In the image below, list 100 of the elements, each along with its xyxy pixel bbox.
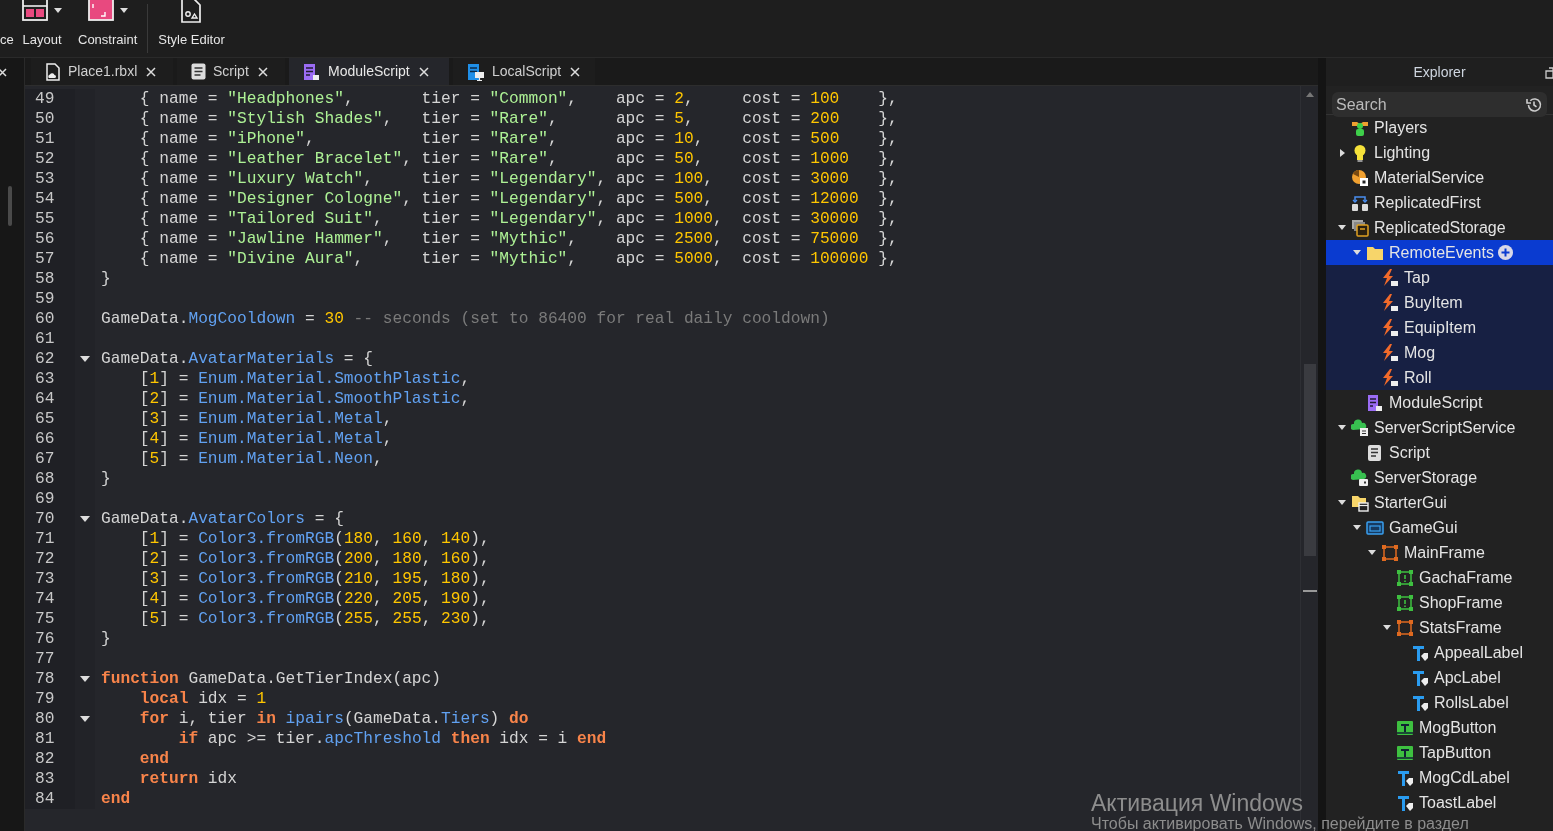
toolbar-label[interactable]: Constraint bbox=[78, 29, 138, 49]
tree-item[interactable]: RemoteEvents bbox=[1326, 240, 1553, 265]
code-line: { name = "Tailored Suit", tier = "Legendary", apc = 1000, cost = 30000 }, bbox=[138, 209, 898, 229]
code-line: [2] = Color3.fromRGB(200, 180, 160), bbox=[138, 549, 490, 569]
line-number: 78 bbox=[25, 669, 75, 689]
text-label-icon bbox=[1396, 793, 1414, 812]
tree-item[interactable]: MainFrame bbox=[1326, 540, 1553, 565]
expand-arrow-icon[interactable] bbox=[1338, 500, 1346, 505]
close-icon[interactable] bbox=[570, 66, 581, 77]
add-icon[interactable] bbox=[1497, 245, 1513, 260]
code-line: { name = "Designer Cologne", tier = "Legendary", apc = 500, cost = 12000 }, bbox=[138, 189, 898, 209]
tree-item[interactable]: RollsLabel bbox=[1326, 690, 1553, 715]
caret-icon[interactable] bbox=[54, 8, 62, 13]
code-line: { name = "Headphones", tier = "Common", apc = 2, cost = 100 }, bbox=[138, 89, 898, 109]
search-field[interactable]: Search bbox=[1332, 92, 1547, 117]
close-icon[interactable] bbox=[146, 66, 157, 77]
code-line: [5] = Color3.fromRGB(255, 255, 230), bbox=[138, 609, 490, 629]
popout-icon[interactable] bbox=[1545, 67, 1553, 79]
tree-item[interactable]: Players bbox=[1326, 115, 1553, 140]
tree-item[interactable]: Roll bbox=[1326, 365, 1553, 390]
tree-item[interactable]: AppealLabel bbox=[1326, 640, 1553, 665]
line-number: 66 bbox=[25, 429, 75, 449]
frame-icon bbox=[1396, 593, 1414, 612]
expand-arrow-icon[interactable] bbox=[1338, 425, 1346, 430]
line-number: 70 bbox=[25, 509, 75, 529]
tree-item[interactable]: BuyItem bbox=[1326, 290, 1553, 315]
tree-item[interactable]: ReplicatedFirst bbox=[1326, 190, 1553, 215]
line-number: 73 bbox=[25, 569, 75, 589]
line-number: 52 bbox=[25, 149, 75, 169]
tree-item[interactable]: TapButton bbox=[1326, 740, 1553, 765]
fold-arrow-icon[interactable] bbox=[80, 356, 90, 362]
expand-arrow-icon[interactable] bbox=[1353, 250, 1361, 255]
line-number: 55 bbox=[25, 209, 75, 229]
tree-item[interactable]: ApcLabel bbox=[1326, 665, 1553, 690]
line-number: 50 bbox=[25, 109, 75, 129]
expand-arrow-icon[interactable] bbox=[1353, 525, 1361, 530]
expand-arrow-icon[interactable] bbox=[1368, 550, 1376, 555]
code-line: if apc >= tier.apcThreshold then idx = i end bbox=[177, 729, 607, 749]
script-icon bbox=[1366, 443, 1384, 462]
panel-title: Explorer bbox=[1413, 62, 1466, 82]
line-number: 75 bbox=[25, 609, 75, 629]
expand-arrow-icon[interactable] bbox=[1338, 225, 1346, 230]
tree-item[interactable]: ModuleScript bbox=[1326, 390, 1553, 415]
toolbar-label[interactable]: Layout bbox=[22, 29, 62, 49]
folder-window-icon bbox=[1351, 493, 1369, 512]
line-number: 49 bbox=[25, 89, 75, 109]
code-line: [4] = Enum.Material.Metal, bbox=[138, 429, 393, 449]
tree-item[interactable]: MogCdLabel bbox=[1326, 765, 1553, 790]
fold-arrow-icon[interactable] bbox=[80, 516, 90, 522]
tree-item[interactable]: StarterGui bbox=[1326, 490, 1553, 515]
tree-item[interactable]: GameGui bbox=[1326, 515, 1553, 540]
expand-arrow-icon[interactable] bbox=[1383, 625, 1391, 630]
editor-tab[interactable]: ModuleScript bbox=[289, 58, 449, 85]
line-number: 63 bbox=[25, 369, 75, 389]
document-cloud-icon bbox=[45, 62, 61, 81]
tree-item[interactable]: MogButton bbox=[1326, 715, 1553, 740]
code-line: end bbox=[101, 789, 131, 809]
code-line: GameData.MogCooldown = 30 -- seconds (set to 86400 for real daily cooldown) bbox=[101, 309, 830, 329]
tree-item[interactable]: ServerScriptService bbox=[1326, 415, 1553, 440]
tree-item[interactable]: EquipItem bbox=[1326, 315, 1553, 340]
module-script-icon bbox=[303, 62, 321, 81]
local-script-icon bbox=[467, 62, 485, 81]
code-line: GameData.AvatarMaterials = { bbox=[101, 349, 373, 369]
tree-item[interactable]: GachaFrame bbox=[1326, 565, 1553, 590]
toolbar-label[interactable]: Style Editor bbox=[158, 29, 225, 49]
document-shapes-icon bbox=[179, 0, 204, 24]
close-icon[interactable] bbox=[257, 66, 268, 77]
tree-item[interactable]: ShopFrame bbox=[1326, 590, 1553, 615]
tree-item[interactable]: ReplicatedStorage bbox=[1326, 215, 1553, 240]
tree-item[interactable]: MaterialService bbox=[1326, 165, 1553, 190]
tree-item[interactable]: StatsFrame bbox=[1326, 615, 1553, 640]
layout-icon bbox=[22, 0, 48, 22]
code-line: [1] = Enum.Material.SmoothPlastic, bbox=[138, 369, 471, 389]
text-label-icon bbox=[1411, 643, 1429, 662]
line-number: 60 bbox=[25, 309, 75, 329]
line-number: 72 bbox=[25, 549, 75, 569]
lightning-icon bbox=[1381, 268, 1399, 287]
history-icon[interactable] bbox=[1525, 96, 1543, 114]
code-line: { name = "Divine Aura", tier = "Mythic", apc = 5000, cost = 100000 }, bbox=[138, 249, 898, 269]
code-line: [2] = Enum.Material.SmoothPlastic, bbox=[138, 389, 471, 409]
code-line: } bbox=[101, 469, 111, 489]
scroll-up-icon[interactable] bbox=[1304, 90, 1315, 98]
tree-item[interactable]: ServerStorage bbox=[1326, 465, 1553, 490]
tree-item[interactable]: Mog bbox=[1326, 340, 1553, 365]
close-icon[interactable] bbox=[418, 66, 429, 77]
lightning-icon bbox=[1381, 343, 1399, 362]
expand-arrow-icon[interactable] bbox=[1339, 148, 1345, 157]
tree-item[interactable]: Script bbox=[1326, 440, 1553, 465]
fold-arrow-icon[interactable] bbox=[80, 716, 90, 722]
scrollbar-thumb[interactable] bbox=[8, 186, 12, 226]
code-line: for i, tier in ipairs(GameData.Tiers) do bbox=[138, 709, 529, 729]
caret-icon[interactable] bbox=[119, 8, 128, 13]
fold-arrow-icon[interactable] bbox=[80, 676, 90, 682]
toolbar-label[interactable]: ce bbox=[0, 29, 14, 49]
tree-item[interactable]: ToastLabel bbox=[1326, 790, 1553, 815]
storage-box-icon bbox=[1351, 218, 1369, 237]
tree-item[interactable]: Tap bbox=[1326, 265, 1553, 290]
close-icon[interactable] bbox=[0, 67, 7, 77]
tree-item[interactable]: Lighting bbox=[1326, 140, 1553, 165]
code-line: [4] = Color3.fromRGB(220, 205, 190), bbox=[138, 589, 490, 609]
